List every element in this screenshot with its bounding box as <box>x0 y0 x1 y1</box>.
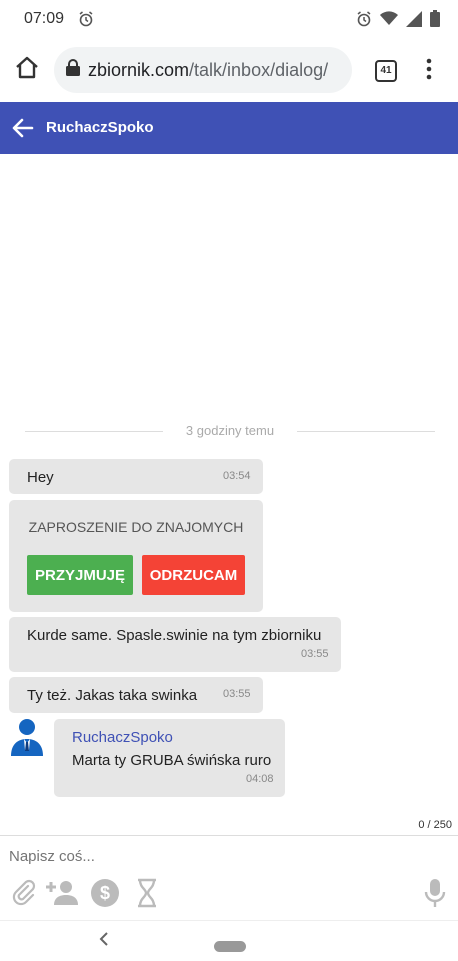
browser-toolbar: zbiornik.com/talk/inbox/dialog/ 41 <box>0 38 458 102</box>
composer-divider <box>0 835 458 836</box>
status-time: 07:09 <box>24 10 65 27</box>
date-divider: 3 godziny temu <box>25 421 435 441</box>
message-text: Marta ty GRUBA świńska ruro <box>72 752 272 769</box>
message-text: Kurde same. Spasle.swinie na tym zbiorni… <box>27 627 322 644</box>
friend-invite-title: ZAPROSZENIE DO ZNAJOMYCH <box>28 519 244 535</box>
date-divider-label: 3 godziny temu <box>185 423 275 438</box>
alarm-icon <box>78 11 94 32</box>
svg-text:$: $ <box>100 883 110 903</box>
home-gesture-pill[interactable] <box>214 941 246 952</box>
message-time: 03:54 <box>223 470 251 482</box>
microphone-icon[interactable] <box>424 878 446 913</box>
message-sender[interactable]: RuchaczSpoko <box>72 729 173 746</box>
url-domain: zbiornik.com <box>88 59 190 80</box>
accept-invite-button[interactable]: PRZYJMUJĘ <box>27 555 133 595</box>
nav-back-icon[interactable] <box>98 931 110 952</box>
friend-invite-card: ZAPROSZENIE DO ZNAJOMYCH PRZYJMUJĘ ODRZU… <box>9 500 263 612</box>
dollar-icon[interactable]: $ <box>90 878 120 913</box>
url-path: /talk/inbox/dialog/ <box>189 59 329 80</box>
system-nav-bar <box>0 920 458 961</box>
chat-title: RuchaczSpoko <box>46 119 154 136</box>
signal-icon <box>406 10 422 32</box>
message-bubble: Kurde same. Spasle.swinie na tym zbiorni… <box>9 617 341 672</box>
avatar[interactable] <box>9 716 45 761</box>
message-text: Ty też. Jakas taka swinka <box>27 687 198 704</box>
message-input[interactable] <box>9 848 409 865</box>
status-bar: 07:09 <box>0 0 458 38</box>
back-arrow-icon[interactable] <box>12 118 34 143</box>
message-text: Hey <box>27 469 54 486</box>
message-bubble: Hey 03:54 <box>9 459 263 494</box>
message-bubble: Ty też. Jakas taka swinka 03:55 <box>9 677 263 713</box>
battery-icon <box>430 10 440 32</box>
reject-invite-button[interactable]: ODRZUCAM <box>142 555 245 595</box>
tab-switcher-button[interactable]: 41 <box>375 60 397 82</box>
add-friend-icon[interactable] <box>45 878 79 911</box>
address-bar[interactable]: zbiornik.com/talk/inbox/dialog/ <box>54 47 352 93</box>
alarm-icon <box>356 10 372 32</box>
message-time: 03:55 <box>223 688 251 700</box>
chat-header: RuchaczSpoko <box>0 102 458 154</box>
message-bubble: RuchaczSpoko Marta ty GRUBA świńska ruro… <box>54 719 285 797</box>
hourglass-icon[interactable] <box>136 878 158 913</box>
lock-icon <box>66 59 80 81</box>
char-counter: 0 / 250 <box>418 819 452 831</box>
wifi-icon <box>380 11 398 31</box>
more-options-icon[interactable] <box>424 58 434 85</box>
home-icon[interactable] <box>14 56 40 85</box>
message-time: 04:08 <box>246 773 274 785</box>
attachment-icon[interactable] <box>12 878 36 911</box>
message-time: 03:55 <box>301 648 329 660</box>
